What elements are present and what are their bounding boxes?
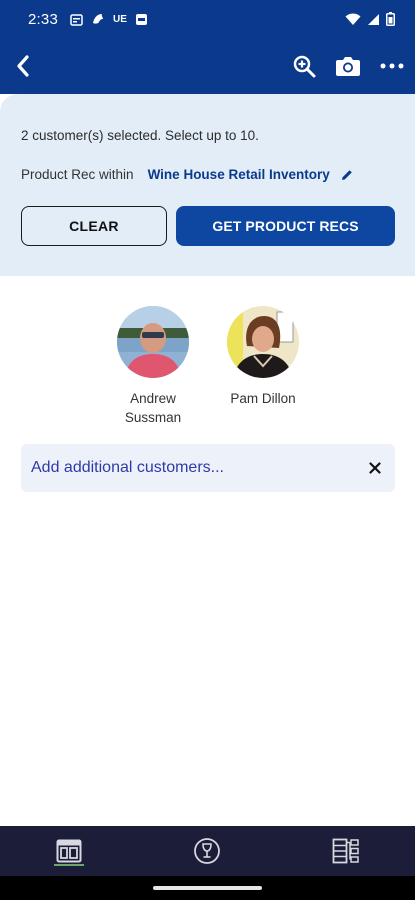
status-system-icons <box>345 12 395 26</box>
rec-prefix-label: Product Rec within <box>21 167 134 182</box>
signal-icon <box>368 13 379 25</box>
customer-name: Pam Dillon <box>230 391 296 406</box>
avatar[interactable] <box>117 306 189 378</box>
zoom-in-icon <box>293 55 316 78</box>
selection-panel <box>0 76 415 276</box>
nav-item-list[interactable] <box>316 826 376 876</box>
close-icon <box>369 462 381 474</box>
camera-button[interactable] <box>335 53 361 79</box>
customer-name: Andrew Sussman <box>124 391 182 425</box>
customer-photo <box>117 306 189 378</box>
customer-photo <box>227 306 299 378</box>
selection-summary: 2 customer(s) selected. Select up to 10. <box>21 128 259 143</box>
nav-item-dashboard[interactable] <box>39 826 99 876</box>
store-name-link[interactable]: Wine House Retail Inventory <box>148 167 330 182</box>
ue-notification-text: UE <box>113 13 127 25</box>
status-notifications: UE <box>70 12 148 26</box>
avatar[interactable] <box>227 306 299 378</box>
bird-icon <box>93 14 103 24</box>
calendar-icon <box>70 13 83 26</box>
add-customers-label: Add additional customers... <box>31 459 224 476</box>
home-indicator[interactable] <box>153 886 262 890</box>
clear-button[interactable]: CLEAR <box>21 206 167 246</box>
more-options-button[interactable] <box>379 53 405 79</box>
app-bar-actions <box>291 53 405 79</box>
wifi-icon <box>345 13 361 25</box>
zoom-in-button[interactable] <box>291 53 317 79</box>
wine-glass-icon <box>194 838 221 864</box>
chevron-left-icon <box>17 55 29 77</box>
bottom-nav <box>0 826 415 876</box>
customer-card[interactable]: Andrew Sussman <box>108 306 198 427</box>
get-product-recs-button[interactable]: GET PRODUCT RECS <box>176 206 395 246</box>
camera-icon <box>336 57 360 76</box>
app-bar <box>0 38 415 94</box>
more-horiz-icon <box>380 63 404 69</box>
edit-icon[interactable] <box>340 168 354 182</box>
product-rec-row: Product Rec within Wine House Retail Inv… <box>21 167 354 182</box>
list-tree-icon <box>332 838 359 864</box>
status-bar: 2:33 UE <box>0 0 415 38</box>
active-tab-indicator <box>54 864 85 866</box>
notification-box-icon <box>135 13 147 25</box>
add-customers-field[interactable]: Add additional customers... <box>21 444 395 492</box>
status-time: 2:33 <box>28 10 58 28</box>
close-button[interactable] <box>365 458 385 478</box>
dashboard-icon <box>56 839 82 863</box>
customer-card[interactable]: Pam Dillon <box>218 306 308 408</box>
nav-item-wine[interactable] <box>177 826 237 876</box>
battery-icon <box>386 12 395 26</box>
